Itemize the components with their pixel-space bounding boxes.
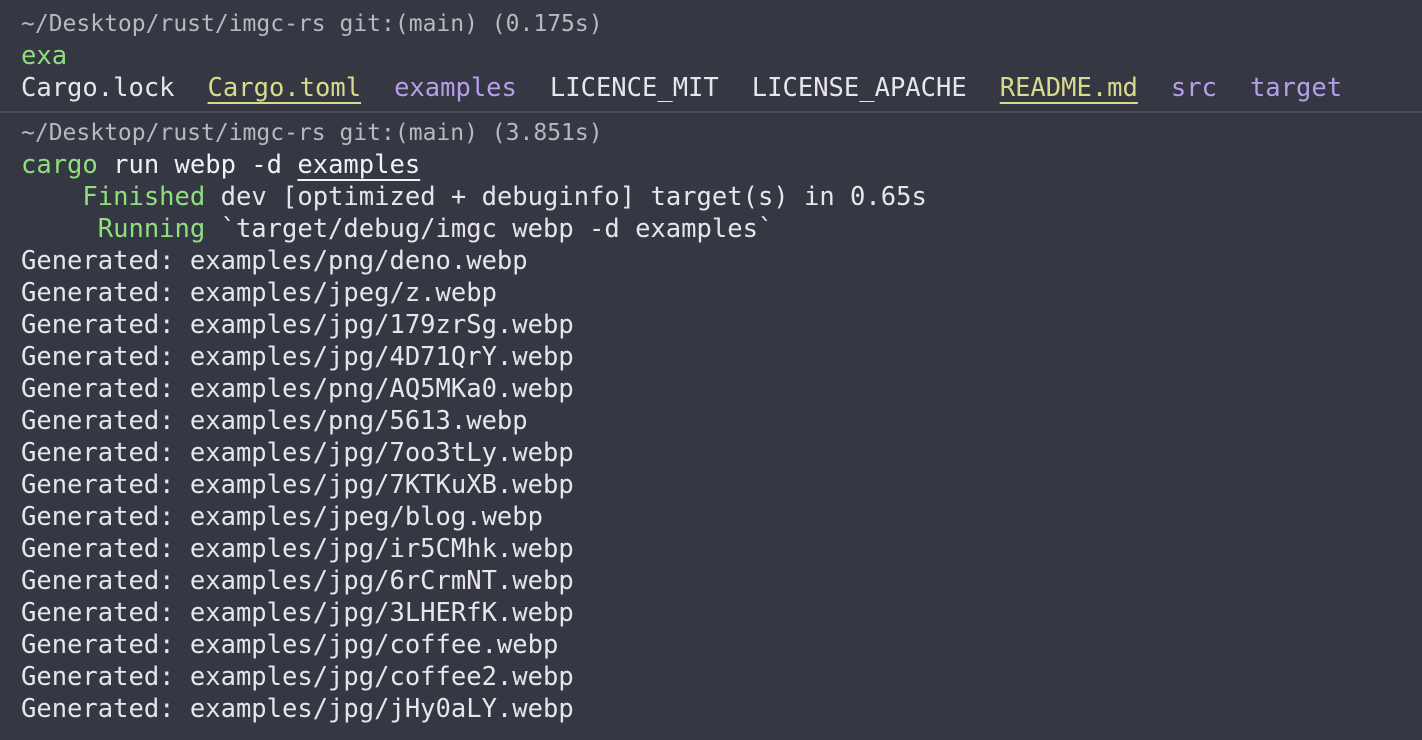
command-block-cargo[interactable]: ~/Desktop/rust/imgc-rs git:(main) (3.851… xyxy=(0,117,1422,725)
generated-path: examples/jpeg/blog.webp xyxy=(189,502,543,532)
cargo-running-line: Running `target/debug/imgc webp -d examp… xyxy=(21,213,1422,245)
generated-line: Generated: examples/jpg/coffee2.webp xyxy=(21,661,1422,693)
generated-prefix: Generated: xyxy=(21,470,175,500)
generated-prefix: Generated: xyxy=(21,342,175,372)
ls-file-entry[interactable]: examples xyxy=(394,73,517,103)
prompt-line: ~/Desktop/rust/imgc-rs git:(main) (0.175… xyxy=(21,11,603,37)
generated-line: Generated: examples/png/deno.webp xyxy=(21,245,1422,277)
command-line: exa xyxy=(21,41,68,71)
generated-prefix: Generated: xyxy=(21,534,175,564)
generated-prefix: Generated: xyxy=(21,566,175,596)
generated-path: examples/jpg/7KTKuXB.webp xyxy=(189,470,574,500)
generated-path: examples/png/deno.webp xyxy=(189,246,528,276)
terminal-window[interactable]: ~/Desktop/rust/imgc-rs git:(main) (0.175… xyxy=(0,0,1422,740)
prompt-line: ~/Desktop/rust/imgc-rs git:(main) (3.851… xyxy=(21,120,603,146)
generated-prefix: Generated: xyxy=(21,438,175,468)
command-block-exa[interactable]: ~/Desktop/rust/imgc-rs git:(main) (0.175… xyxy=(0,8,1422,104)
command-program: cargo xyxy=(21,150,98,180)
generated-path: examples/png/5613.webp xyxy=(189,406,528,436)
ls-file-entry[interactable]: src xyxy=(1171,73,1217,103)
generated-line: Generated: examples/jpg/7KTKuXB.webp xyxy=(21,469,1422,501)
generated-path: examples/jpg/coffee.webp xyxy=(189,630,559,660)
block-divider xyxy=(0,111,1422,113)
ls-file-entry[interactable]: target xyxy=(1250,73,1342,103)
generated-line: Generated: examples/jpg/coffee.webp xyxy=(21,629,1422,661)
ls-file-entry[interactable]: Cargo.lock xyxy=(21,73,175,103)
generated-prefix: Generated: xyxy=(21,502,175,532)
ls-output: Cargo.lock Cargo.toml examples LICENCE_MIT L… xyxy=(21,72,1422,104)
generated-line: Generated: examples/png/5613.webp xyxy=(21,405,1422,437)
generated-line: Generated: examples/jpeg/blog.webp xyxy=(21,501,1422,533)
generated-line: Generated: examples/jpeg/z.webp xyxy=(21,277,1422,309)
generated-line: Generated: examples/jpg/3LHERfK.webp xyxy=(21,597,1422,629)
generated-path: examples/jpg/6rCrmNT.webp xyxy=(189,566,574,596)
generated-prefix: Generated: xyxy=(21,630,175,660)
finished-text: dev [optimized + debuginfo] target(s) in… xyxy=(220,182,927,212)
generated-line: Generated: examples/jpg/6rCrmNT.webp xyxy=(21,565,1422,597)
generated-prefix: Generated: xyxy=(21,406,175,436)
generated-path: examples/jpg/4D71QrY.webp xyxy=(189,342,574,372)
generated-prefix: Generated: xyxy=(21,694,175,724)
command-line: cargo run webp -d examples xyxy=(21,149,1422,181)
generated-path: examples/jpg/jHy0aLY.webp xyxy=(189,694,574,724)
generated-path: examples/png/AQ5MKa0.webp xyxy=(189,374,574,404)
generated-path: examples/jpeg/z.webp xyxy=(189,278,497,308)
generated-prefix: Generated: xyxy=(21,598,175,628)
running-status: Running xyxy=(97,214,206,244)
finished-status: Finished xyxy=(82,182,206,212)
generated-line: Generated: examples/jpg/7oo3tLy.webp xyxy=(21,437,1422,469)
generated-prefix: Generated: xyxy=(21,374,175,404)
generated-prefix: Generated: xyxy=(21,278,175,308)
ls-file-entry[interactable]: LICENCE_MIT xyxy=(550,73,719,103)
generated-prefix: Generated: xyxy=(21,662,175,692)
command-path-arg: examples xyxy=(297,150,421,180)
ls-file-entry[interactable]: LICENSE_APACHE xyxy=(752,73,967,103)
generated-line: Generated: examples/jpg/4D71QrY.webp xyxy=(21,341,1422,373)
generated-path: examples/jpg/179zrSg.webp xyxy=(189,310,574,340)
cargo-finished-line: Finished dev [optimized + debuginfo] tar… xyxy=(21,181,1422,213)
generated-path: examples/jpg/3LHERfK.webp xyxy=(189,598,574,628)
generated-path: examples/jpg/coffee2.webp xyxy=(189,662,574,692)
generated-line: Generated: examples/jpg/jHy0aLY.webp xyxy=(21,693,1422,725)
ls-file-entry[interactable]: Cargo.toml xyxy=(208,73,362,103)
generated-line: Generated: examples/png/AQ5MKa0.webp xyxy=(21,373,1422,405)
generated-line: Generated: examples/jpg/179zrSg.webp xyxy=(21,309,1422,341)
generated-path: examples/jpg/ir5CMhk.webp xyxy=(189,534,574,564)
generated-line: Generated: examples/jpg/ir5CMhk.webp xyxy=(21,533,1422,565)
running-text: `target/debug/imgc webp -d examples` xyxy=(220,214,774,244)
generated-prefix: Generated: xyxy=(21,246,175,276)
generated-prefix: Generated: xyxy=(21,310,175,340)
generated-path: examples/jpg/7oo3tLy.webp xyxy=(189,438,574,468)
ls-file-entry[interactable]: README.md xyxy=(1000,73,1138,103)
command-args: run webp -d xyxy=(113,150,283,180)
generated-list: Generated: examples/png/deno.webp Generat… xyxy=(21,245,1422,725)
